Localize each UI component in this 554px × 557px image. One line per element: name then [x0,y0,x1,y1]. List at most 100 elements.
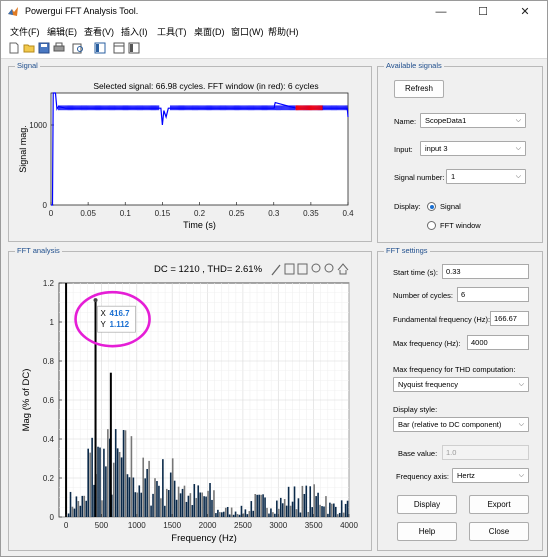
name-select[interactable]: ScopeData1 ⌵ [420,113,526,128]
fft-bar [303,493,306,517]
refresh-button[interactable]: Refresh [394,80,444,98]
fft-bar [183,485,186,517]
x-tick-label: 0.1 [120,209,132,218]
x-tick-label: 4000 [340,521,358,530]
maximize-button[interactable]: ☐ [463,1,503,23]
fft-bar [99,447,101,517]
fft-bar [193,484,196,517]
display-style-value: Bar (relative to DC component) [398,420,502,429]
datatip-x-label: X [101,309,107,318]
fft-bar [156,481,158,517]
export-button[interactable]: Export [469,495,529,514]
fft-bar [230,507,233,517]
fft-bar [130,436,133,517]
display-button[interactable]: Display [397,495,457,514]
x-tick-label: 3000 [269,521,287,530]
menu-desktop[interactable]: 桌面(D) [194,25,225,38]
x-tick-label: 0 [49,209,54,218]
display-fft-window-radio[interactable] [427,221,436,230]
datatip-y-label: Y [101,320,107,329]
fft-bar [120,457,123,517]
start-time-input[interactable]: 0.33 [442,264,529,279]
help-button[interactable]: Help [397,522,457,541]
fft-bar [171,458,174,517]
y-tick-label: 0.6 [43,396,55,405]
zoom-in-icon[interactable] [311,263,321,273]
available-signals-title: Available signals [384,61,444,70]
cycles-input[interactable]: 6 [457,287,529,302]
fft-bar [270,508,272,517]
display-style-select[interactable]: Bar (relative to DC component) ⌵ [393,417,529,432]
fft-bar [197,485,200,517]
datatip[interactable]: X 416.7Y 1.112 [97,305,136,333]
menu-tools[interactable]: 工具(T) [157,25,187,38]
menu-help[interactable]: 帮助(H) [268,25,299,38]
display-signal-radio[interactable] [427,202,436,211]
fft-bar [305,485,308,517]
fft-bar [260,494,262,517]
signal-chart[interactable]: Selected signal: 66.98 cycles. FFT windo… [9,75,371,241]
y-tick-label: 0.2 [43,474,55,483]
close-window-button[interactable]: ✕ [505,1,545,23]
minimize-button[interactable]: — [421,1,461,23]
signal-number-value: 1 [451,172,456,181]
x-tick-label: 1500 [163,521,181,530]
input-label: Input: [394,145,413,154]
menu-file[interactable]: 文件(F) [10,25,40,38]
fft-bar [293,486,296,517]
fft-bar [69,491,72,517]
fft-bar [79,505,82,517]
fft-bar [266,507,268,517]
fft-bar [181,488,184,517]
save-icon[interactable] [38,42,50,54]
signal-panel-title: Signal [15,61,40,70]
property-inspector-icon[interactable] [128,42,140,54]
fft-bar [87,448,89,517]
open-folder-icon[interactable] [23,42,35,54]
fft-bar [236,514,239,517]
print-icon[interactable] [53,42,65,54]
frequency-axis-select[interactable]: Hertz ⌵ [452,468,529,483]
menu-view[interactable]: 查看(V) [84,25,114,38]
menu-insert[interactable]: 插入(I) [121,25,148,38]
fft-bar [252,510,255,517]
print-preview-icon[interactable] [72,42,84,54]
thd-frequency-select[interactable]: Nyquist frequency ⌵ [393,377,529,392]
fft-bar [240,505,243,517]
matlab-logo-icon [8,7,18,16]
datatip-icon[interactable] [284,263,295,275]
input-select[interactable]: input 3 ⌵ [420,141,526,156]
cycles-label: Number of cycles: [393,291,454,300]
display-fft-window-label: FFT window [440,221,481,230]
menu-window[interactable]: 窗口(W) [231,25,264,38]
fundamental-frequency-input[interactable]: 166.67 [490,311,529,326]
fft-bar [150,505,152,517]
fft-bar [262,494,264,517]
fft-bar [85,500,88,517]
fft-panel-title: FFT analysis [15,246,62,255]
fft-bar [136,492,139,517]
max-frequency-input[interactable]: 4000 [467,335,529,350]
new-file-icon[interactable] [8,42,20,54]
display-signal-label: Signal [440,202,461,211]
fft-bar [228,514,231,517]
fft-bar [309,486,312,517]
dock-icon[interactable] [113,42,125,54]
pan-icon[interactable] [297,263,308,275]
brush-icon[interactable] [271,264,281,276]
fft-bar [77,501,80,517]
layout-icon[interactable] [94,42,106,54]
fft-bar [311,507,313,517]
zoom-out-icon[interactable] [324,263,334,273]
display-style-label: Display style: [393,405,438,414]
menu-edit[interactable]: 编辑(E) [47,25,77,38]
home-icon[interactable] [337,263,349,275]
signal-number-select[interactable]: 1 ⌵ [446,169,526,184]
x-tick-label: 0.2 [194,209,206,218]
close-button[interactable]: Close [469,522,529,541]
fft-bar [107,429,109,517]
fft-bar [211,499,213,517]
fft-chart[interactable]: DC = 1210 , THD= 2.61% 0 500 1000 1500 2000 2… [9,259,371,550]
fft-bar [73,508,76,517]
fft-bar [238,514,241,517]
